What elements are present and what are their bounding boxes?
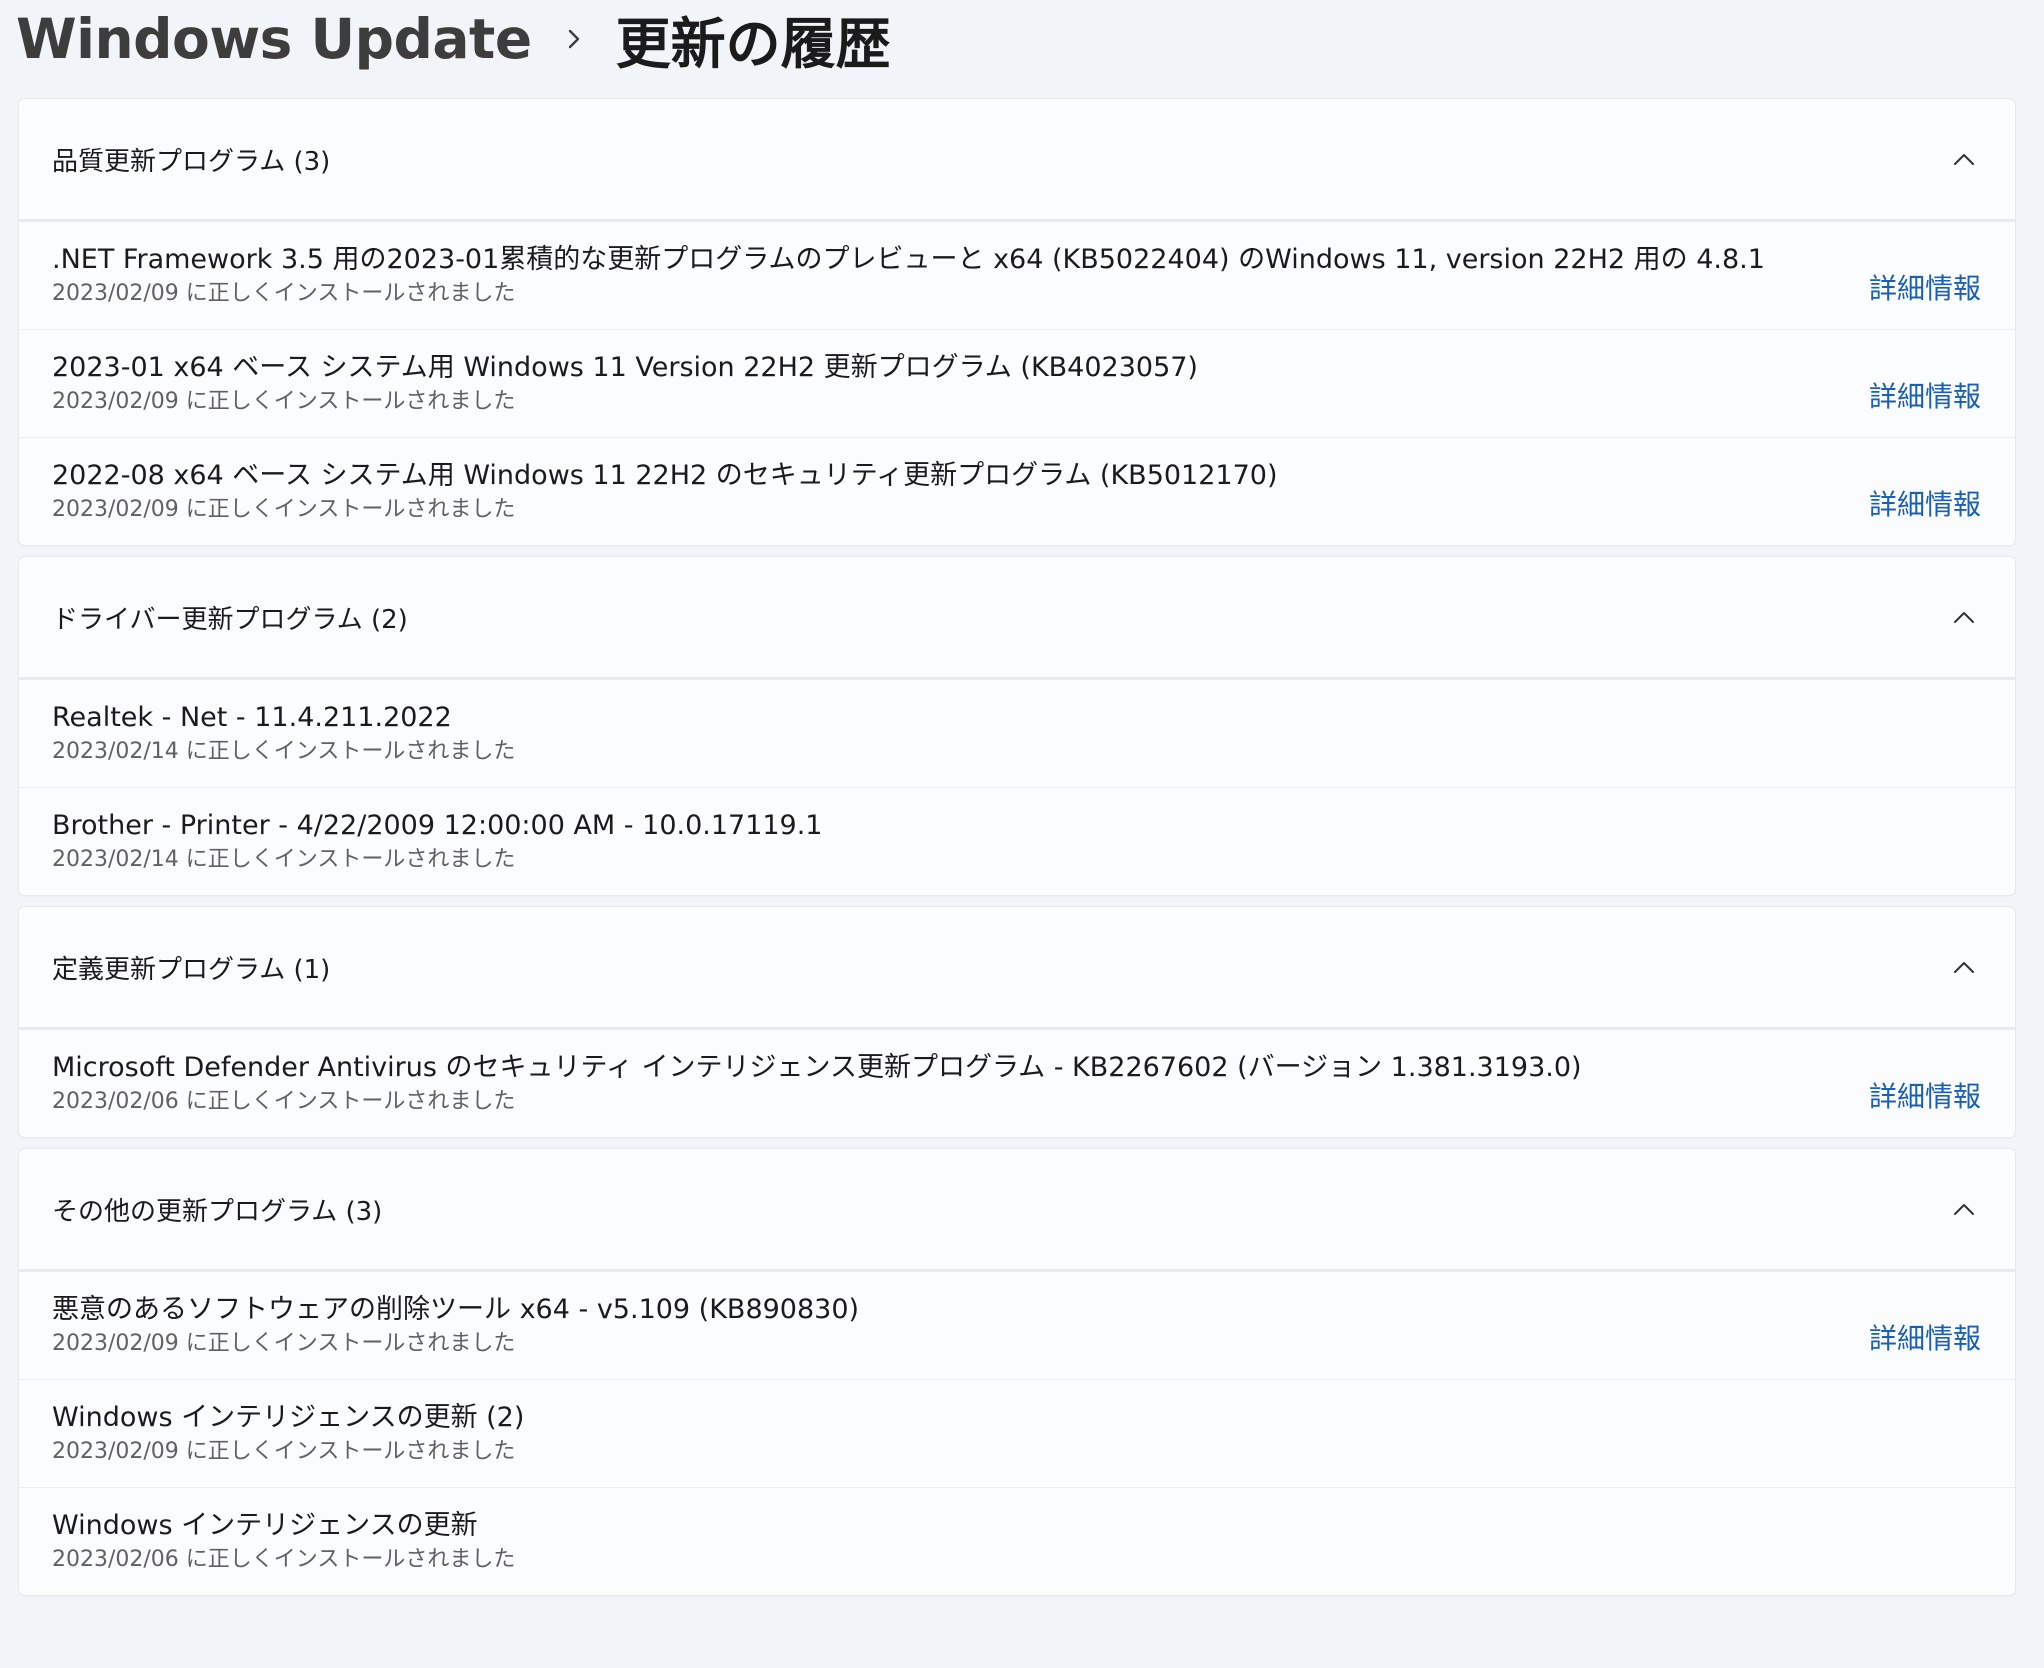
chevron-up-icon[interactable]: [1947, 950, 1981, 984]
update-title: .NET Framework 3.5 用の2023-01累積的な更新プログラムの…: [52, 244, 1765, 275]
chevron-up-icon[interactable]: [1947, 600, 1981, 634]
update-item: Windows インテリジェンスの更新 (2) 2023/02/09 に正しくイ…: [19, 1379, 2015, 1487]
more-info-link[interactable]: 詳細情報: [1869, 267, 1981, 307]
update-title: Windows インテリジェンスの更新: [52, 1510, 478, 1541]
group-header-quality-updates[interactable]: 品質更新プログラム (3): [19, 99, 2015, 222]
group-quality-updates: 品質更新プログラム (3) .NET Framework 3.5 用の2023-…: [18, 98, 2016, 546]
breadcrumb: Windows Update 更新の履歴: [16, 0, 891, 78]
group-driver-updates: ドライバー更新プログラム (2) Realtek - Net - 11.4.21…: [18, 556, 2016, 896]
group-header-driver-updates[interactable]: ドライバー更新プログラム (2): [19, 557, 2015, 680]
install-status: 2023/02/09 に正しくインストールされました: [52, 1439, 516, 1464]
more-info-link[interactable]: 詳細情報: [1869, 375, 1981, 415]
update-history-list: 品質更新プログラム (3) .NET Framework 3.5 用の2023-…: [18, 98, 2016, 1606]
install-status: 2023/02/09 に正しくインストールされました: [52, 497, 516, 522]
install-status: 2023/02/06 に正しくインストールされました: [52, 1547, 516, 1572]
update-title: Windows インテリジェンスの更新 (2): [52, 1402, 525, 1433]
update-title: Realtek - Net - 11.4.211.2022: [52, 702, 452, 733]
more-info-link[interactable]: 詳細情報: [1869, 483, 1981, 523]
update-title: 2022-08 x64 ベース システム用 Windows 11 22H2 のセ…: [52, 460, 1278, 491]
update-item: 2023-01 x64 ベース システム用 Windows 11 Version…: [19, 329, 2015, 437]
group-definition-updates: 定義更新プログラム (1) Microsoft Defender Antivir…: [18, 906, 2016, 1138]
update-title: Brother - Printer - 4/22/2009 12:00:00 A…: [52, 810, 823, 841]
chevron-right-icon: [532, 28, 616, 50]
update-title: 悪意のあるソフトウェアの削除ツール x64 - v5.109 (KB890830…: [52, 1294, 860, 1325]
group-title: 品質更新プログラム (3): [52, 146, 331, 177]
update-item: Realtek - Net - 11.4.211.2022 2023/02/14…: [19, 680, 2015, 787]
update-item: 2022-08 x64 ベース システム用 Windows 11 22H2 のセ…: [19, 437, 2015, 545]
update-item: 悪意のあるソフトウェアの削除ツール x64 - v5.109 (KB890830…: [19, 1272, 2015, 1379]
breadcrumb-windows-update[interactable]: Windows Update: [16, 7, 532, 71]
update-item: Microsoft Defender Antivirus のセキュリティ インテ…: [19, 1030, 2015, 1137]
install-status: 2023/02/09 に正しくインストールされました: [52, 281, 516, 306]
update-item: .NET Framework 3.5 用の2023-01累積的な更新プログラムの…: [19, 222, 2015, 329]
group-header-other-updates[interactable]: その他の更新プログラム (3): [19, 1149, 2015, 1272]
group-header-definition-updates[interactable]: 定義更新プログラム (1): [19, 907, 2015, 1030]
group-title: 定義更新プログラム (1): [52, 954, 331, 985]
update-item: Windows インテリジェンスの更新 2023/02/06 に正しくインストー…: [19, 1487, 2015, 1595]
install-status: 2023/02/09 に正しくインストールされました: [52, 389, 516, 414]
install-status: 2023/02/14 に正しくインストールされました: [52, 739, 516, 764]
install-status: 2023/02/09 に正しくインストールされました: [52, 1331, 516, 1356]
more-info-link[interactable]: 詳細情報: [1869, 1317, 1981, 1357]
update-title: Microsoft Defender Antivirus のセキュリティ インテ…: [52, 1052, 1582, 1083]
chevron-up-icon[interactable]: [1947, 142, 1981, 176]
update-title: 2023-01 x64 ベース システム用 Windows 11 Version…: [52, 352, 1198, 383]
chevron-up-icon[interactable]: [1947, 1192, 1981, 1226]
group-title: その他の更新プログラム (3): [52, 1196, 383, 1227]
update-item: Brother - Printer - 4/22/2009 12:00:00 A…: [19, 787, 2015, 895]
more-info-link[interactable]: 詳細情報: [1869, 1075, 1981, 1115]
group-title: ドライバー更新プログラム (2): [52, 604, 408, 635]
install-status: 2023/02/14 に正しくインストールされました: [52, 847, 516, 872]
install-status: 2023/02/06 に正しくインストールされました: [52, 1089, 516, 1114]
group-other-updates: その他の更新プログラム (3) 悪意のあるソフトウェアの削除ツール x64 - …: [18, 1148, 2016, 1596]
page-title: 更新の履歴: [615, 12, 891, 76]
